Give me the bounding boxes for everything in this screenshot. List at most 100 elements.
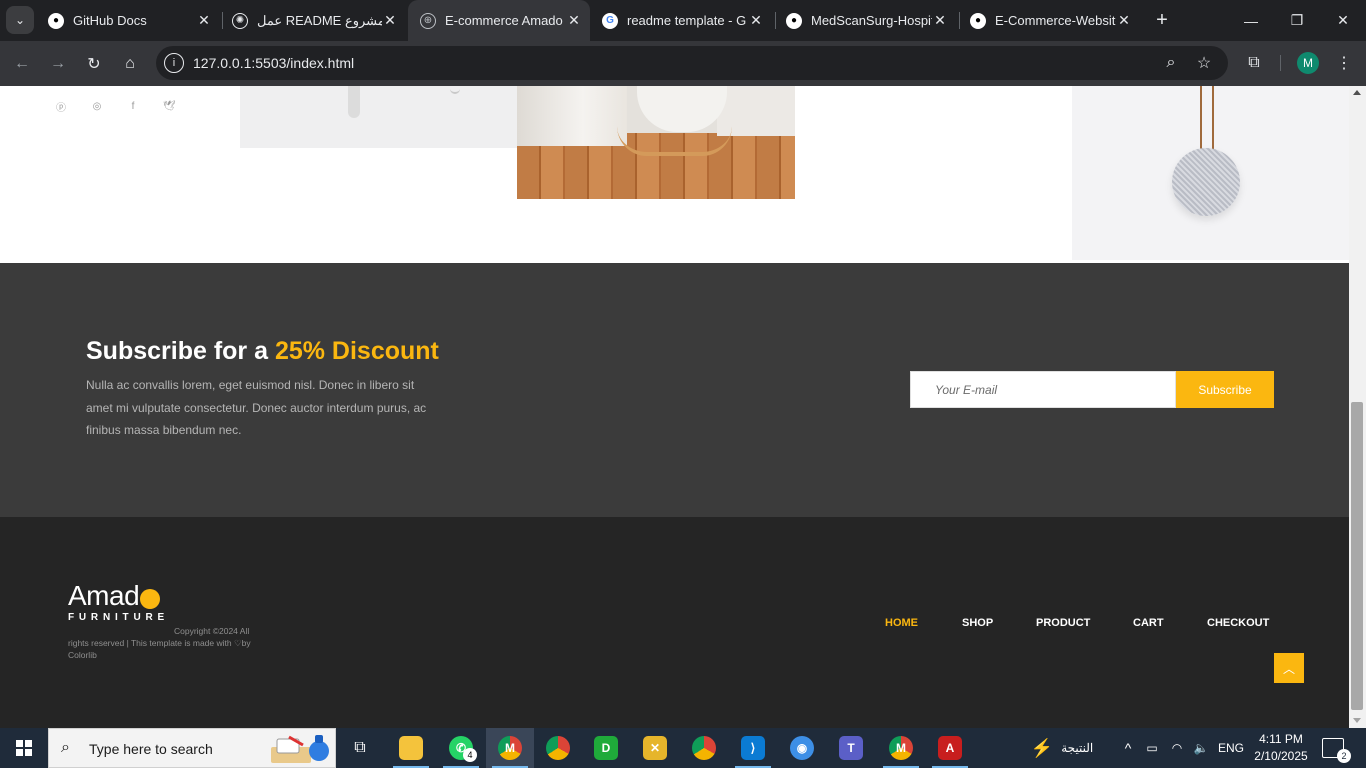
footer-logo[interactable]: Amad FURNITURE: [68, 580, 169, 624]
product-gallery: ⓟ ◎ f 🕊: [0, 86, 1349, 263]
scrollbar-thumb[interactable]: [1351, 402, 1363, 710]
product-image-chair-white[interactable]: [240, 86, 517, 148]
close-window-button[interactable]: ✕: [1320, 0, 1366, 41]
arrow-left-icon: ←: [14, 55, 30, 72]
product-image-rocking-chair[interactable]: [517, 86, 795, 199]
footer-nav-cart[interactable]: CART: [1133, 617, 1164, 629]
vscode-icon: ⟩: [741, 736, 765, 760]
acrobat-icon: A: [938, 736, 962, 760]
tab-readme-chatgpt[interactable]: ✺ عمل README لمشروع ✕: [224, 0, 406, 41]
volume-icon[interactable]: 🔈: [1190, 728, 1212, 768]
minimize-button[interactable]: —: [1228, 0, 1274, 41]
tab-title: GitHub Docs: [73, 13, 147, 28]
logo-dot-icon: [140, 589, 161, 609]
subscribe-button[interactable]: Subscribe: [1176, 371, 1274, 408]
chevron-up-icon: ^: [1124, 740, 1132, 756]
tab-readme-template[interactable]: G readme template - G ✕: [592, 0, 772, 41]
instagram-icon[interactable]: ◎: [91, 100, 103, 112]
close-icon[interactable]: ✕: [196, 12, 212, 29]
show-hidden-icons-button[interactable]: ^: [1118, 728, 1138, 768]
profile-avatar[interactable]: M: [1297, 52, 1319, 74]
wifi-icon[interactable]: ◠: [1166, 728, 1188, 768]
footer-nav-checkout[interactable]: CHECKOUT: [1207, 617, 1269, 629]
site-footer: Amad FURNITURE Copyright ©2024 All right…: [0, 517, 1349, 728]
logo-text: Amad: [68, 580, 140, 611]
taskbar-camera-app[interactable]: ◉: [778, 728, 826, 768]
taskbar-chrome-profile-m[interactable]: M: [486, 728, 534, 768]
restore-button[interactable]: ❐: [1274, 0, 1320, 41]
close-icon[interactable]: ✕: [932, 12, 948, 29]
footer-nav-home[interactable]: HOME: [885, 617, 918, 629]
copyright-line: Copyright ©2024 All: [174, 626, 250, 636]
bookmark-star-icon[interactable]: ☆: [1194, 53, 1214, 73]
folder-icon: [399, 736, 423, 760]
taskbar-tools-app[interactable]: ✕: [631, 728, 679, 768]
footer-nav-product[interactable]: PRODUCT: [1036, 617, 1090, 629]
menu-kebab-icon[interactable]: ⋮: [1331, 50, 1357, 76]
teams-icon: T: [839, 736, 863, 760]
restore-icon: ❐: [1290, 12, 1304, 28]
taskbar-chrome-profile-3[interactable]: [680, 728, 728, 768]
tab-ecommerce-website[interactable]: ● E-Commerce-Website ✕: [962, 0, 1140, 41]
new-tab-button[interactable]: +: [1150, 8, 1174, 32]
taskbar-whatsapp[interactable]: ✆ 4: [437, 728, 485, 768]
windows-logo-icon: [16, 740, 32, 756]
close-icon[interactable]: ✕: [748, 12, 764, 29]
taskbar-clock[interactable]: 4:11 PM 2/10/2025: [1250, 731, 1312, 765]
product-image-speaker[interactable]: [1072, 86, 1349, 260]
scroll-down-arrow-icon[interactable]: [1353, 718, 1361, 723]
tab-github-docs[interactable]: ● GitHub Docs ✕: [40, 0, 220, 41]
site-info-icon[interactable]: i: [164, 53, 184, 73]
taskbar-app-d[interactable]: D: [582, 728, 630, 768]
tab-title: عمل README لمشروع: [257, 12, 382, 28]
taskbar-teams[interactable]: T: [827, 728, 875, 768]
twitter-icon[interactable]: 🕊: [163, 100, 176, 112]
back-button[interactable]: ←: [7, 49, 37, 79]
forward-button[interactable]: →: [43, 49, 73, 79]
notification-center-icon[interactable]: 2: [1322, 738, 1351, 763]
taskbar-chrome-profile-4[interactable]: M: [877, 728, 925, 768]
tab-title: readme template - G: [627, 13, 747, 28]
zoom-icon[interactable]: ⌕: [1161, 53, 1181, 73]
taskbar-acrobat[interactable]: A: [926, 728, 974, 768]
taskbar-chrome-profile-2[interactable]: [534, 728, 582, 768]
arrow-right-icon: →: [50, 55, 66, 72]
taskbar-search[interactable]: ⌕ Type here to search: [48, 728, 336, 768]
scroll-up-arrow-icon[interactable]: [1353, 90, 1361, 95]
close-icon[interactable]: ✕: [566, 12, 582, 29]
footer-nav-shop[interactable]: SHOP: [962, 617, 993, 629]
browser-toolbar: ← → ↻ ⌂ i 127.0.0.1:5503/index.html ⌕ ☆ …: [0, 41, 1366, 86]
task-view-button[interactable]: ⧉: [336, 728, 384, 768]
tab-search-button[interactable]: ⌄: [6, 6, 34, 34]
tab-medscansurg[interactable]: ● MedScanSurg-Hospit ✕: [778, 0, 956, 41]
battery-icon[interactable]: ▭: [1142, 728, 1162, 768]
github-icon: ●: [786, 12, 802, 29]
email-field[interactable]: Your E-mail: [910, 371, 1176, 408]
language-indicator[interactable]: ENG: [1216, 728, 1246, 768]
weather-widget[interactable]: ⚡ النتيجة: [1022, 728, 1102, 768]
close-icon[interactable]: ✕: [382, 12, 398, 29]
start-button[interactable]: [0, 728, 48, 768]
home-button[interactable]: ⌂: [115, 49, 145, 79]
page-scrollbar[interactable]: [1349, 86, 1366, 728]
facebook-icon[interactable]: f: [127, 100, 139, 112]
taskbar-vscode[interactable]: ⟩: [729, 728, 777, 768]
scroll-to-top-button[interactable]: ︿: [1274, 653, 1304, 683]
pinterest-icon[interactable]: ⓟ: [55, 100, 67, 114]
colorlib-link[interactable]: Colorlib: [68, 649, 97, 661]
tab-ecommerce-amado[interactable]: ⊕ E-commerce Amado ✕: [408, 0, 590, 41]
close-icon: ✕: [1337, 12, 1349, 28]
github-icon: ●: [48, 12, 64, 29]
weather-text: النتيجة: [1061, 741, 1094, 755]
reload-button[interactable]: ↻: [79, 49, 109, 79]
windows-taskbar: ⌕ Type here to search ⧉ ✆ 4 M D ✕ ⟩ ◉ T …: [0, 728, 1366, 768]
weather-icon: ⚡: [1030, 737, 1054, 758]
address-bar[interactable]: i 127.0.0.1:5503/index.html ⌕ ☆: [156, 46, 1228, 80]
close-icon[interactable]: ✕: [1116, 12, 1132, 29]
extensions-icon[interactable]: ⧉: [1241, 50, 1267, 76]
taskbar-file-explorer[interactable]: [387, 728, 435, 768]
copyright-line: rights reserved | This template is made …: [68, 638, 251, 648]
app-d-icon: D: [594, 736, 618, 760]
tab-title: E-commerce Amado: [445, 13, 563, 28]
minimize-icon: —: [1244, 12, 1258, 29]
